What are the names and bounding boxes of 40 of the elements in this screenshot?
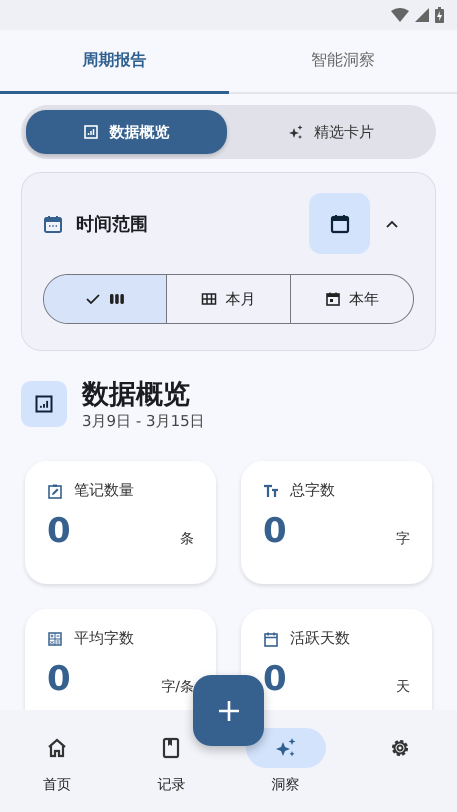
chart-icon — [21, 380, 67, 426]
calendar-icon — [324, 291, 341, 307]
stat-unit: 天 — [396, 678, 410, 696]
calendar-icon — [263, 630, 279, 646]
bars-icon — [109, 291, 126, 307]
stat-label: 总字数 — [290, 481, 335, 500]
stat-unit: 字/条 — [161, 678, 194, 696]
range-segment[interactable]: 本年 — [290, 275, 413, 323]
nav-item[interactable]: 记录 — [114, 710, 228, 812]
stat-label: 平均字数 — [74, 629, 134, 648]
tab[interactable]: 周期报告 — [0, 30, 228, 94]
view-switch-button[interactable]: 精选卡片 — [230, 110, 431, 154]
text-size-icon — [263, 482, 279, 498]
battery-icon — [435, 7, 444, 23]
date-range: 3月9日 - 3月15日 — [82, 412, 205, 431]
edit-icon — [47, 482, 63, 498]
tab[interactable]: 智能洞察 — [228, 30, 457, 94]
section-title: 时间范围 — [76, 212, 149, 236]
stat-value: 0 — [263, 514, 287, 548]
stat-label: 笔记数量 — [74, 481, 134, 500]
calendar-button[interactable] — [309, 193, 370, 254]
signal-icon — [415, 8, 429, 22]
view-switch-button[interactable]: 数据概览 — [26, 110, 226, 154]
stat-unit: 条 — [180, 530, 194, 548]
chart-icon — [83, 124, 100, 140]
stat-value: 0 — [47, 662, 71, 696]
stat-value: 0 — [263, 662, 287, 696]
calendar-icon — [43, 214, 63, 234]
wifi-icon — [391, 8, 409, 22]
grid-icon — [201, 291, 218, 307]
add-button[interactable] — [193, 675, 264, 746]
nav-item[interactable]: 首页 — [0, 710, 114, 812]
range-segment[interactable]: 本月 — [166, 275, 290, 323]
calculator-icon — [47, 630, 63, 646]
sparkle-icon — [288, 124, 304, 140]
stat-unit: 字 — [396, 530, 410, 548]
range-segment[interactable] — [44, 275, 166, 323]
stat-label: 活跃天数 — [290, 629, 350, 648]
stat-value: 0 — [47, 514, 71, 548]
overview-title: 数据概览 — [82, 378, 191, 412]
